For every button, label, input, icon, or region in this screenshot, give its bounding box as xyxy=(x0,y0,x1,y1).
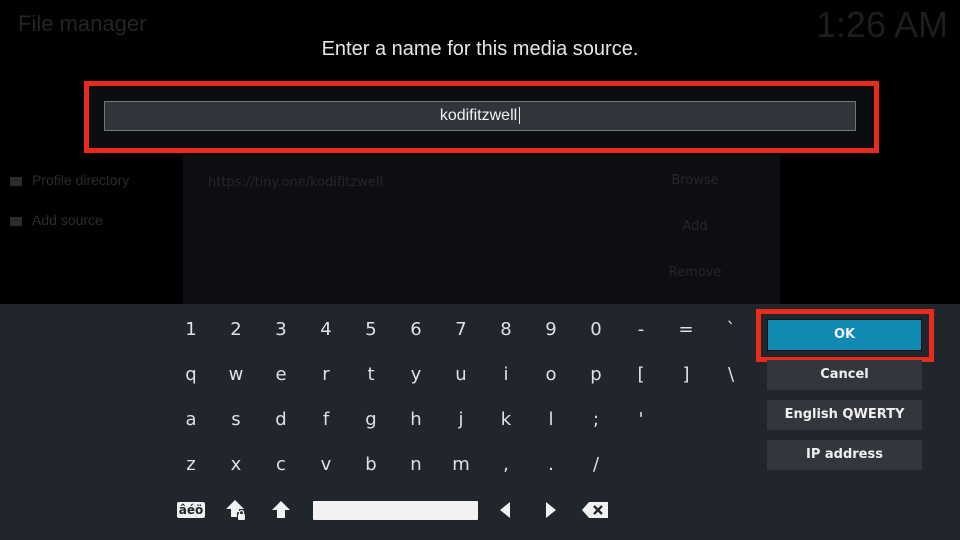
window-title: File manager xyxy=(18,11,147,36)
key[interactable]: ] xyxy=(666,355,706,395)
key[interactable]: w xyxy=(216,355,256,395)
key[interactable]: m xyxy=(441,445,481,485)
key[interactable]: \ xyxy=(711,355,751,395)
key[interactable]: 0 xyxy=(576,310,616,350)
ok-button[interactable]: OK xyxy=(767,319,922,351)
key[interactable]: [ xyxy=(621,355,661,395)
sidebar-item-label: Profile directory xyxy=(32,172,130,188)
keyboard-layout-button[interactable]: English QWERTY xyxy=(767,400,922,430)
shift-key[interactable] xyxy=(261,490,301,530)
key[interactable]: 2 xyxy=(216,310,256,350)
key[interactable]: 1 xyxy=(171,310,211,350)
key[interactable]: 3 xyxy=(261,310,301,350)
space-bar[interactable] xyxy=(313,501,478,520)
sidebar-item-label: Add source xyxy=(32,212,103,228)
backspace-key[interactable] xyxy=(575,490,615,530)
sidebar-item-add-source: Add source xyxy=(10,212,103,228)
key[interactable]: - xyxy=(621,310,661,350)
key[interactable]: ' xyxy=(621,400,661,440)
key[interactable]: u xyxy=(441,355,481,395)
cursor-left-key[interactable] xyxy=(485,490,525,530)
key[interactable]: 4 xyxy=(306,310,346,350)
cancel-button[interactable]: Cancel xyxy=(767,360,922,390)
key[interactable]: 8 xyxy=(486,310,526,350)
key[interactable]: t xyxy=(351,355,391,395)
key[interactable]: h xyxy=(396,400,436,440)
key[interactable]: 5 xyxy=(351,310,391,350)
key[interactable]: s xyxy=(216,400,256,440)
key[interactable]: e xyxy=(261,355,301,395)
dialog-heading: Enter a name for this media source. xyxy=(321,38,639,60)
key[interactable]: v xyxy=(306,445,346,485)
key[interactable]: o xyxy=(531,355,571,395)
shift-lock-key[interactable] xyxy=(216,490,256,530)
folder-icon xyxy=(10,176,22,186)
input-value: kodifitzwell xyxy=(439,107,518,124)
key[interactable]: x xyxy=(216,445,256,485)
key[interactable]: ` xyxy=(711,310,751,350)
shift-lock-icon xyxy=(226,500,246,520)
key[interactable]: i xyxy=(486,355,526,395)
key[interactable]: 6 xyxy=(396,310,436,350)
key[interactable]: r xyxy=(306,355,346,395)
sidebar-item-profile-directory: Profile directory xyxy=(10,172,129,188)
key[interactable]: c xyxy=(261,445,301,485)
key[interactable]: l xyxy=(531,400,571,440)
ip-address-button[interactable]: IP address xyxy=(767,440,922,470)
key[interactable]: p xyxy=(576,355,616,395)
key[interactable]: = xyxy=(666,310,706,350)
key[interactable]: b xyxy=(351,445,391,485)
cursor-right-key[interactable] xyxy=(531,490,571,530)
key[interactable]: 9 xyxy=(531,310,571,350)
backspace-icon xyxy=(582,502,608,518)
key[interactable]: q xyxy=(171,355,211,395)
key[interactable]: ; xyxy=(576,400,616,440)
source-name-input[interactable]: kodifitzwell xyxy=(104,101,856,131)
remove-button: Remove xyxy=(668,265,722,280)
key[interactable]: , xyxy=(486,445,526,485)
key[interactable]: 7 xyxy=(441,310,481,350)
key[interactable]: f xyxy=(306,400,346,440)
key[interactable]: k xyxy=(486,400,526,440)
key[interactable]: z xyxy=(171,445,211,485)
shift-up-icon xyxy=(272,501,290,518)
accents-label: âéö xyxy=(176,502,206,518)
key[interactable]: a xyxy=(171,400,211,440)
key[interactable]: n xyxy=(396,445,436,485)
key[interactable]: g xyxy=(351,400,391,440)
source-url: https://tiny.one/kodifitzwell xyxy=(208,175,383,190)
key[interactable]: / xyxy=(576,445,616,485)
key[interactable]: y xyxy=(396,355,436,395)
folder-icon xyxy=(10,216,22,226)
accents-key[interactable]: âéö xyxy=(171,490,211,530)
arrow-left-icon xyxy=(500,502,510,518)
key[interactable]: j xyxy=(441,400,481,440)
text-caret xyxy=(519,107,521,125)
add-button: Add xyxy=(682,219,708,234)
key[interactable]: . xyxy=(531,445,571,485)
arrow-right-icon xyxy=(546,502,556,518)
key[interactable]: d xyxy=(261,400,301,440)
browse-button: Browse xyxy=(671,173,719,188)
